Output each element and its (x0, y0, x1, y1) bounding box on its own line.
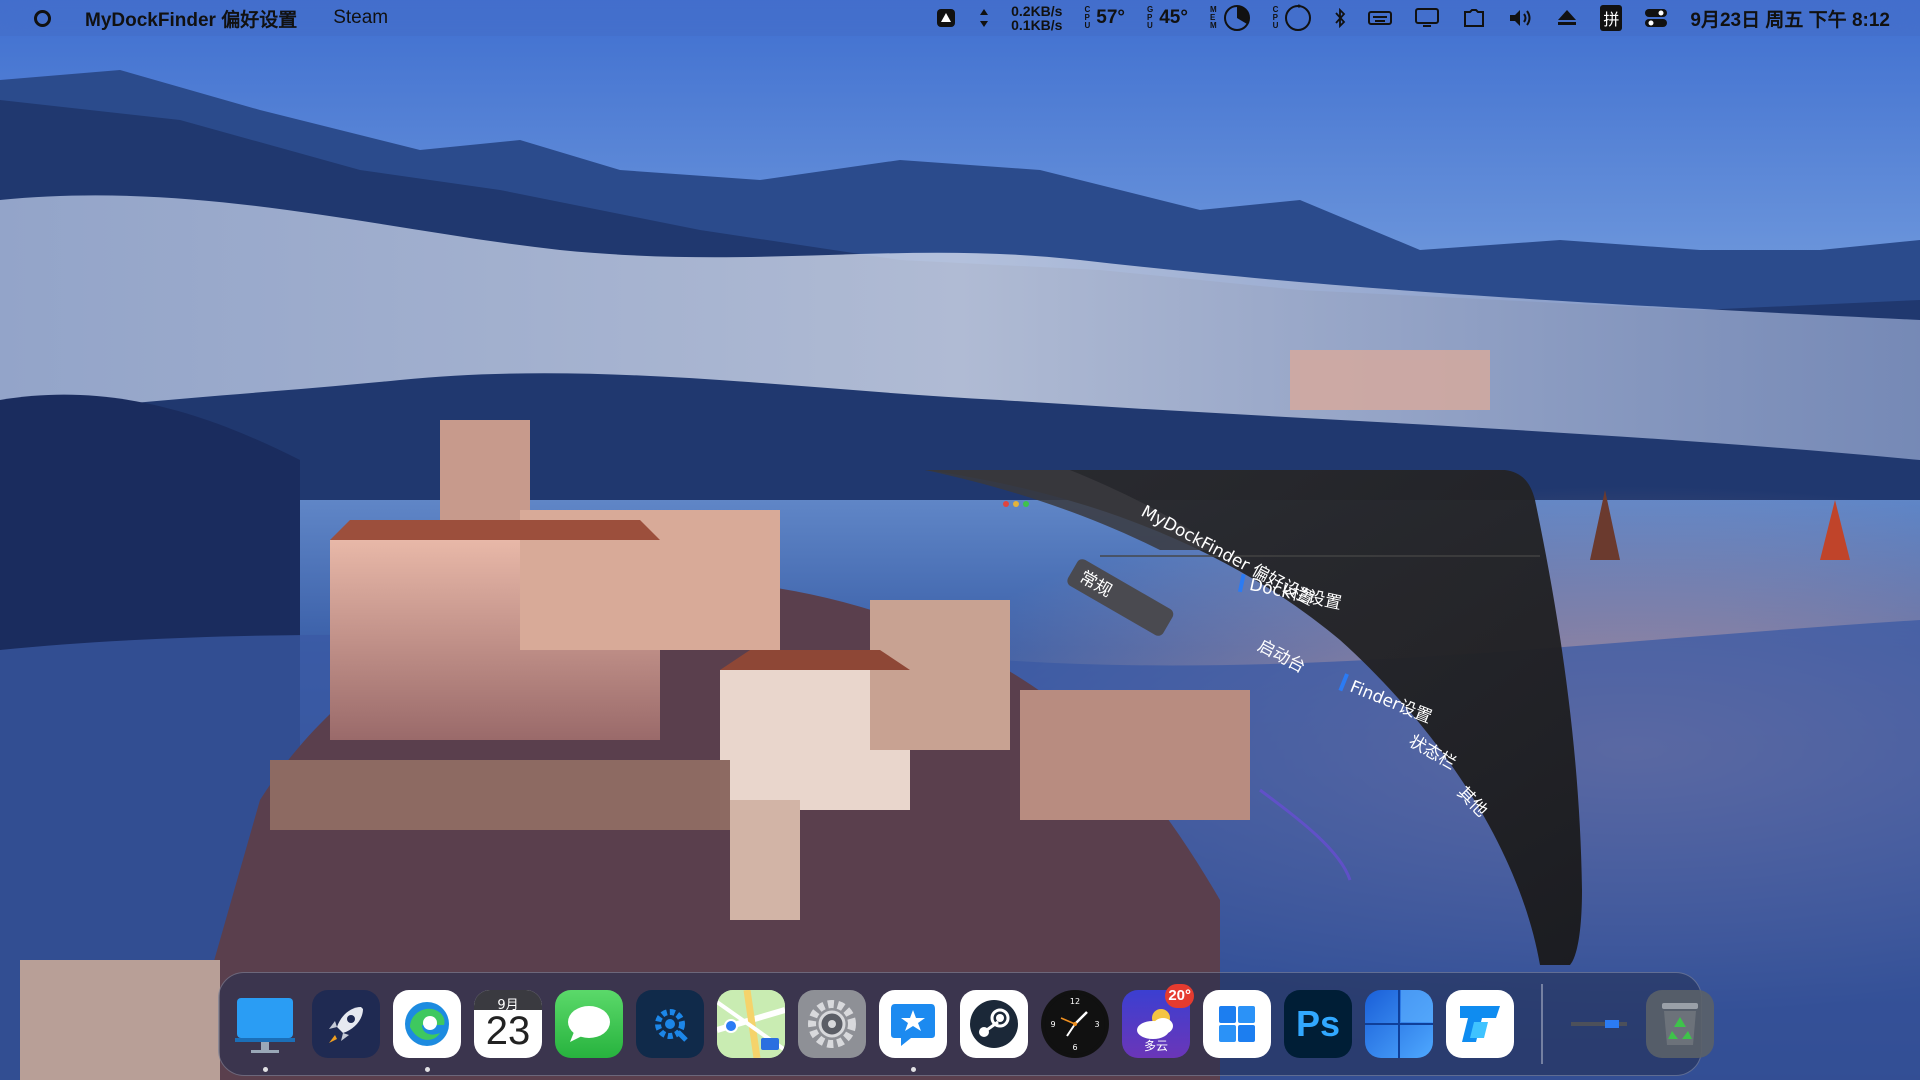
active-app-name[interactable]: MyDockFinder 偏好设置 (85, 5, 297, 32)
cpu-label: C P U (1084, 6, 1090, 30)
input-method-icon[interactable]: 拼 (1600, 5, 1623, 31)
memory-pie-icon (1223, 4, 1251, 32)
svg-text:3: 3 (1094, 1020, 1099, 1029)
network-down: 0.1KB/s (1011, 17, 1063, 33)
cpu2-label: C P U (1273, 6, 1279, 30)
running-indicator (425, 1067, 430, 1072)
weather-temp-badge: 20° (1165, 984, 1194, 1008)
menu-steam[interactable]: Steam (333, 7, 388, 29)
card-reader-icon[interactable] (1462, 7, 1486, 29)
memory-widget[interactable]: M E M (1210, 4, 1251, 32)
weather-condition: 多云 (1143, 1039, 1168, 1053)
photoshop-label: Ps (1295, 1003, 1341, 1044)
dock-item-todesk[interactable] (1446, 990, 1514, 1058)
svg-text:6: 6 (1072, 1043, 1077, 1052)
gpu-label: G P U (1147, 6, 1153, 30)
maps-icon (717, 990, 785, 1058)
ime-label: 拼 (1600, 5, 1623, 31)
messages-icon (555, 990, 623, 1058)
finder-icon (231, 990, 299, 1058)
dock-item-gear-app[interactable] (636, 990, 704, 1058)
dock-item-messages[interactable] (555, 990, 623, 1058)
bluetooth-icon[interactable] (1334, 8, 1346, 28)
dock-item-windows-start[interactable] (1203, 990, 1271, 1058)
calendar-day: 23 (485, 1009, 531, 1053)
keyboard-icon[interactable] (1368, 10, 1393, 26)
network-speed: 0.2KB/s 0.1KB/s (1011, 4, 1062, 32)
cpu2-label-u: U (1272, 21, 1279, 30)
cpu-usage-widget[interactable]: C P U (1273, 4, 1313, 32)
launchpad-rocket-icon (312, 990, 380, 1058)
dock-item-finder[interactable] (231, 990, 299, 1072)
svg-text:9: 9 (1050, 1020, 1055, 1029)
dock-item-windows-widget[interactable] (1365, 990, 1433, 1058)
dock-item-steam[interactable] (960, 990, 1028, 1058)
clock-icon: 12 3 6 9 (1041, 990, 1109, 1058)
recycle-bin-icon (1646, 990, 1714, 1058)
dock-item-clock[interactable]: 12 3 6 9 (1041, 990, 1109, 1058)
dock-item-minimized-window[interactable] (1565, 990, 1633, 1058)
cpu-temp-widget[interactable]: C P U 57° (1084, 6, 1125, 30)
dock-item-maps[interactable] (717, 990, 785, 1058)
dock-item-weather[interactable]: 多云 20° (1122, 984, 1194, 1058)
menu-bar: MyDockFinder 偏好设置 Steam 0.2KB/s 0.1KB/s … (0, 0, 1920, 36)
steam-icon (960, 990, 1028, 1058)
dock-item-recycle-bin[interactable] (1646, 990, 1714, 1058)
blue-gear-app-icon (636, 990, 704, 1058)
cpu-temp: 57° (1096, 7, 1125, 28)
mem-label-m2: M (1209, 21, 1217, 30)
preferences-window-animating[interactable]: MyDockFinder 偏好设置 常规 Dock栏设置 启动台 Finder设… (920, 470, 1590, 970)
windows-widget-icon (1365, 990, 1433, 1058)
dock: 9月 23 12 3 6 9 多云 20° Ps (218, 972, 1714, 1076)
cpu-label-u: U (1084, 21, 1091, 30)
dock-separator (1541, 984, 1543, 1064)
system-preferences-gear-icon (798, 990, 866, 1058)
dock-item-photoshop[interactable]: Ps (1284, 990, 1352, 1058)
edge-browser-icon (393, 990, 461, 1058)
panel-item-launchpad[interactable]: 启动台 (1254, 636, 1308, 678)
dock-item-system-preferences[interactable] (798, 990, 866, 1058)
updown-arrows-icon (979, 8, 989, 28)
eject-icon[interactable] (1556, 8, 1578, 28)
windows-logo-icon (1203, 990, 1271, 1058)
network-up: 0.2KB/s (1011, 3, 1063, 19)
display-icon[interactable] (1414, 7, 1440, 29)
dock-item-edge[interactable] (393, 990, 461, 1072)
mem-label: M E M (1210, 6, 1217, 30)
minimized-window-thumbnail-icon (1565, 990, 1633, 1058)
gpu-label-u: U (1146, 21, 1153, 30)
gpu-temp: 45° (1159, 7, 1188, 28)
clock-datetime[interactable]: 9月23日 周五 下午 8:12 (1690, 5, 1890, 32)
running-indicator (911, 1067, 916, 1072)
control-center-icon[interactable] (1644, 7, 1668, 29)
dock-item-mydockfinder[interactable] (879, 990, 947, 1072)
running-indicator (263, 1067, 268, 1072)
app-status-icon[interactable] (935, 7, 957, 29)
dock-item-calendar[interactable]: 9月 23 (474, 990, 542, 1058)
volume-icon[interactable] (1508, 8, 1534, 28)
svg-text:12: 12 (1070, 997, 1080, 1006)
mydockfinder-icon (879, 990, 947, 1058)
photoshop-icon: Ps (1284, 990, 1352, 1058)
cpu-ring-icon (1284, 4, 1312, 32)
gpu-temp-widget[interactable]: G P U 45° (1147, 6, 1188, 30)
start-menu-icon[interactable] (34, 9, 51, 27)
calendar-icon: 9月 23 (474, 990, 542, 1058)
todesk-icon (1446, 990, 1514, 1058)
dock-item-launchpad[interactable] (312, 990, 380, 1058)
